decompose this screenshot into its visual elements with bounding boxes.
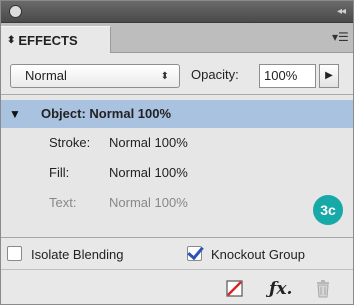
bottom-toolbar: ƒx. <box>1 269 353 304</box>
blending-options-row: Isolate Blending Knockout Group <box>1 237 353 269</box>
tab-effects-label: EFFECTS <box>18 33 78 48</box>
disclosure-triangle-icon[interactable]: ▼ <box>9 107 21 121</box>
isolate-blending-checkbox[interactable] <box>7 246 22 261</box>
collapse-icon[interactable]: ◂◂ <box>337 7 346 17</box>
effects-panel: ◂◂ ⬍ EFFECTS ▾☰ Normal ⬍ Opacity: 100% ▶… <box>0 0 354 305</box>
stroke-value: Normal 100% <box>109 135 188 150</box>
fill-key: Fill: <box>49 165 70 180</box>
object-row-label: Object: Normal 100% <box>41 106 172 121</box>
knockout-group-label[interactable]: Knockout Group <box>211 247 305 262</box>
trash-icon[interactable] <box>315 279 331 299</box>
effects-target-list: ▼ Object: Normal 100% Stroke: Normal 100… <box>1 96 353 236</box>
text-value: Normal 100% <box>109 195 188 210</box>
fill-value: Normal 100% <box>109 165 188 180</box>
stroke-key: Stroke: <box>49 135 91 150</box>
list-item-object[interactable]: ▼ Object: Normal 100% <box>1 100 353 128</box>
opacity-label: Opacity: <box>191 67 239 82</box>
play-arrow-icon: ▶ <box>325 70 333 81</box>
close-panel-button[interactable] <box>9 5 22 18</box>
list-item-stroke[interactable]: Stroke: Normal 100% <box>1 128 353 158</box>
select-arrows-icon: ⬍ <box>160 71 169 82</box>
updown-arrows-icon: ⬍ <box>7 35 16 46</box>
panel-title-bar[interactable]: ◂◂ <box>1 1 353 23</box>
isolate-blending-label[interactable]: Isolate Blending <box>31 247 124 262</box>
tab-row: ⬍ EFFECTS ▾☰ <box>1 23 353 54</box>
opacity-input[interactable]: 100% <box>259 64 316 88</box>
opacity-slider-button[interactable]: ▶ <box>319 64 339 88</box>
blend-mode-select[interactable]: Normal ⬍ <box>10 64 180 88</box>
fx-icon[interactable]: ƒx. <box>269 279 295 299</box>
knockout-group-checkbox[interactable] <box>187 246 202 261</box>
text-key: Text: <box>49 195 77 210</box>
clear-effects-icon[interactable] <box>226 279 244 299</box>
blend-mode-value: Normal <box>25 68 67 83</box>
blend-opacity-row: Normal ⬍ Opacity: 100% ▶ <box>1 53 353 95</box>
step-badge: 3c <box>313 195 343 225</box>
list-item-fill[interactable]: Fill: Normal 100% <box>1 158 353 188</box>
list-item-text[interactable]: Text: Normal 100% <box>1 188 353 218</box>
tab-effects[interactable]: ⬍ EFFECTS <box>1 26 111 54</box>
panel-menu-icon[interactable]: ▾☰ <box>332 31 349 43</box>
